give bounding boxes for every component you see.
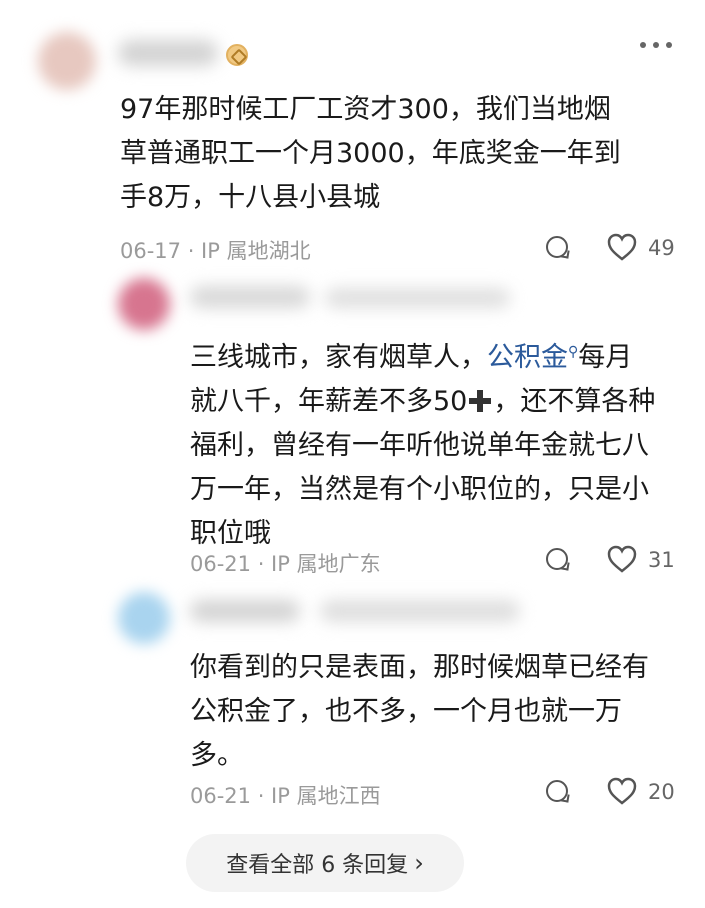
username-blurred[interactable]: [190, 600, 300, 622]
like-count: 31: [648, 548, 675, 572]
like-count: 49: [648, 236, 675, 260]
heart-icon[interactable]: [607, 777, 637, 805]
comment-line: 公积金了，也不多，一个月也就一万: [190, 696, 622, 727]
comment-meta: 06-21 · IP 属地江西: [190, 784, 381, 808]
comment-bubble-icon[interactable]: [546, 780, 568, 802]
comment-meta: 06-17 · IP 属地湖北: [120, 239, 311, 263]
like-count: 20: [648, 780, 675, 804]
view-all-label: 查看全部 6 条回复: [226, 853, 409, 878]
avatar[interactable]: [38, 32, 96, 90]
reply-target-blurred: [325, 288, 510, 308]
plus-icon: [469, 390, 492, 412]
comment-line: 就八千，年薪差不多50 ，还不算各种: [190, 386, 656, 417]
comment-text: 你看到的只是表面，那时候烟草已经有 公积金了，也不多，一个月也就一万 多。: [190, 646, 649, 778]
level-badge-icon: [226, 44, 248, 66]
comment-line: 三线城市，家有烟草人，公积金⚲每月: [190, 342, 633, 373]
username-blurred[interactable]: [118, 40, 218, 66]
search-icon[interactable]: ⚲: [568, 344, 578, 360]
comment-line: 草普通职工一个月3000，年底奖金一年到: [120, 138, 621, 169]
comment-text: 97年那时候工厂工资才300，我们当地烟 草普通职工一个月3000，年底奖金一年…: [120, 88, 621, 220]
comment-meta: 06-21 · IP 属地广东: [190, 552, 381, 576]
username-blurred[interactable]: [190, 286, 310, 308]
comment-bubble-icon[interactable]: [546, 548, 568, 570]
heart-icon[interactable]: [607, 545, 637, 573]
more-dots-icon[interactable]: [640, 42, 672, 48]
comment-bubble-icon[interactable]: [546, 236, 568, 258]
keyword-link[interactable]: 公积金: [487, 342, 568, 373]
comment-line: 万一年，当然是有个小职位的，只是小: [190, 474, 649, 505]
heart-icon[interactable]: [607, 233, 637, 261]
avatar[interactable]: [118, 592, 170, 644]
comment-text: 三线城市，家有烟草人，公积金⚲每月 就八千，年薪差不多50 ，还不算各种 福利，曾…: [190, 330, 655, 556]
comment-line: 手8万，十八县小县城: [120, 182, 381, 213]
comment-line: 你看到的只是表面，那时候烟草已经有: [190, 652, 649, 683]
view-all-replies-button[interactable]: 查看全部 6 条回复 ›: [186, 834, 464, 892]
comment-line: 福利，曾经有一年听他说单年金就七八: [190, 430, 649, 461]
chevron-right-icon: ›: [414, 849, 424, 877]
comment-line: 97年那时候工厂工资才300，我们当地烟: [120, 94, 611, 125]
comment-line: 多。: [190, 740, 244, 771]
avatar[interactable]: [118, 278, 170, 330]
reply-target-blurred: [320, 600, 520, 622]
